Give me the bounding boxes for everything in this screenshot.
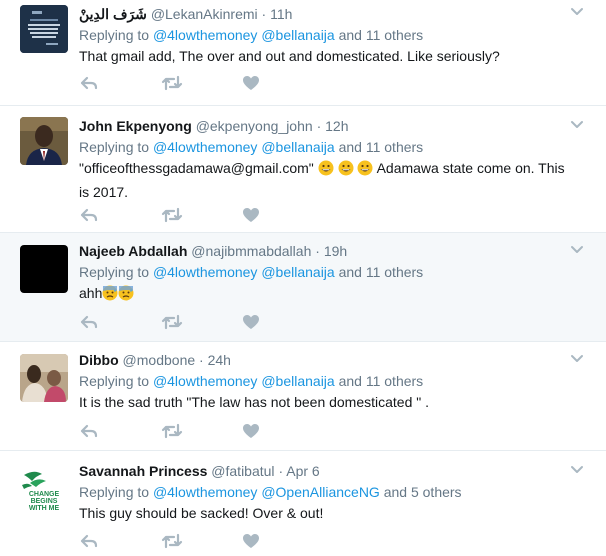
display-name[interactable]: Savannah Princess	[79, 463, 207, 479]
username[interactable]: @LekanAkinremi	[151, 6, 258, 22]
chevron-down-icon[interactable]	[570, 351, 584, 365]
mention-link[interactable]: @4lowthemoney	[153, 27, 258, 43]
others-link[interactable]: 11 others	[366, 139, 423, 155]
avatar[interactable]	[20, 245, 68, 293]
reply-icon[interactable]	[79, 73, 99, 93]
tweet-text: "officeofthessgadamawa@gmail.com" Adamaw…	[79, 158, 576, 203]
reply-icon[interactable]	[79, 312, 99, 332]
replying-to: Replying to @4lowthemoney @bellanaija an…	[79, 25, 576, 45]
separator-dot: ·	[315, 243, 320, 259]
display-name[interactable]: Najeeb Abdallah	[79, 243, 187, 259]
tweet-text: ahh	[79, 283, 576, 307]
avatar-logo-line2: BEGINS	[31, 498, 58, 505]
replying-to-label: Replying to	[79, 264, 150, 280]
replying-to: Replying to @4lowthemoney @bellanaija an…	[79, 137, 576, 157]
tweet-text-email: "officeofthessgadamawa@gmail.com"	[79, 160, 314, 176]
others-link[interactable]: 11 others	[366, 373, 423, 389]
tweet-text: That gmail add, The over and out and dom…	[79, 48, 500, 64]
mention-link[interactable]: @4lowthemoney	[153, 264, 258, 280]
mention-link[interactable]: @bellanaija	[261, 27, 334, 43]
and-label: and	[338, 264, 362, 280]
and-label: and	[338, 139, 362, 155]
others-link[interactable]: 11 others	[366, 27, 423, 43]
display-name[interactable]: شَرَف الدِينْ	[79, 6, 147, 22]
retweet-icon[interactable]	[161, 73, 183, 93]
anxious-sweat-face-emoji	[102, 285, 118, 307]
others-link[interactable]: 11 others	[366, 264, 423, 280]
chevron-down-icon[interactable]	[570, 242, 584, 256]
separator-dot: ·	[199, 352, 204, 368]
tweet[interactable]: Dibbo @modbone · 24h Replying to @4lowth…	[0, 342, 606, 451]
chevron-down-icon[interactable]	[570, 462, 584, 476]
replying-to-label: Replying to	[79, 373, 150, 389]
separator-dot: ·	[278, 463, 284, 479]
like-icon[interactable]	[241, 531, 261, 551]
and-label: and	[338, 373, 362, 389]
like-icon[interactable]	[241, 73, 261, 93]
username[interactable]: @najibmmabdallah	[191, 243, 311, 259]
like-icon[interactable]	[241, 312, 261, 332]
tweet-text: This guy should be sacked! Over & out!	[79, 505, 324, 521]
tweet[interactable]: Najeeb Abdallah @najibmmabdallah · 19h R…	[0, 233, 606, 342]
username[interactable]: @fatibatul	[211, 463, 274, 479]
avatar[interactable]: CHANGE BEGINS WITH ME	[20, 465, 68, 513]
tweet[interactable]: John Ekpenyong @ekpenyong_john · 12h Rep…	[0, 106, 606, 233]
retweet-icon[interactable]	[161, 312, 183, 332]
retweet-icon[interactable]	[161, 531, 183, 551]
mention-link[interactable]: @bellanaija	[261, 264, 334, 280]
mention-link[interactable]: @4lowthemoney	[153, 373, 258, 389]
display-name[interactable]: Dibbo	[79, 352, 119, 368]
avatar[interactable]	[20, 117, 68, 165]
replying-to-label: Replying to	[79, 484, 150, 500]
replying-to-label: Replying to	[79, 139, 150, 155]
replying-to: Replying to @4lowthemoney @bellanaija an…	[79, 371, 576, 391]
chevron-down-icon[interactable]	[570, 4, 584, 18]
chevron-down-icon[interactable]	[570, 117, 584, 131]
mention-link[interactable]: @4lowthemoney	[153, 484, 258, 500]
username[interactable]: @modbone	[123, 352, 196, 368]
replying-to-label: Replying to	[79, 27, 150, 43]
separator-dot: ·	[316, 118, 322, 134]
tweet[interactable]: CHANGE BEGINS WITH ME Savannah Princess …	[0, 451, 606, 556]
avatar-logo-line3: WITH ME	[29, 505, 60, 512]
username[interactable]: @ekpenyong_john	[196, 118, 313, 134]
others-link[interactable]: 5 others	[411, 484, 462, 500]
timestamp[interactable]: 11h	[270, 6, 292, 22]
grinning-face-emoji	[338, 160, 354, 182]
timestamp[interactable]: 24h	[208, 352, 231, 368]
mention-link[interactable]: @OpenAllianceNG	[261, 484, 380, 500]
tweet-text-content: ahh	[79, 285, 103, 301]
retweet-icon[interactable]	[161, 205, 183, 225]
anxious-sweat-face-emoji	[118, 285, 134, 307]
grinning-face-emoji	[318, 160, 334, 182]
and-label: and	[383, 484, 408, 500]
replying-to: Replying to @4lowthemoney @OpenAllianceN…	[79, 482, 576, 502]
grinning-face-emoji	[357, 160, 373, 182]
mention-link[interactable]: @bellanaija	[261, 139, 334, 155]
mention-link[interactable]: @bellanaija	[261, 373, 334, 389]
timestamp[interactable]: Apr 6	[286, 463, 319, 479]
tweet-reply-feed: شَرَف الدِينْ @LekanAkinremi · 11h Reply…	[0, 0, 606, 556]
tweet-text: It is the sad truth "The law has not bee…	[79, 394, 430, 410]
like-icon[interactable]	[241, 205, 261, 225]
avatar[interactable]	[20, 354, 68, 402]
timestamp[interactable]: 19h	[324, 243, 347, 259]
mention-link[interactable]: @4lowthemoney	[153, 139, 258, 155]
separator-dot: ·	[261, 6, 267, 22]
tweet[interactable]: شَرَف الدِينْ @LekanAkinremi · 11h Reply…	[0, 0, 606, 106]
replying-to: Replying to @4lowthemoney @bellanaija an…	[79, 262, 576, 282]
reply-icon[interactable]	[79, 531, 99, 551]
timestamp[interactable]: 12h	[325, 118, 348, 134]
avatar-logo-line1: CHANGE	[29, 491, 60, 498]
and-label: and	[338, 27, 362, 43]
reply-icon[interactable]	[79, 421, 99, 441]
reply-icon[interactable]	[79, 205, 99, 225]
like-icon[interactable]	[241, 421, 261, 441]
avatar[interactable]	[20, 5, 68, 53]
display-name[interactable]: John Ekpenyong	[79, 118, 192, 134]
retweet-icon[interactable]	[161, 421, 183, 441]
